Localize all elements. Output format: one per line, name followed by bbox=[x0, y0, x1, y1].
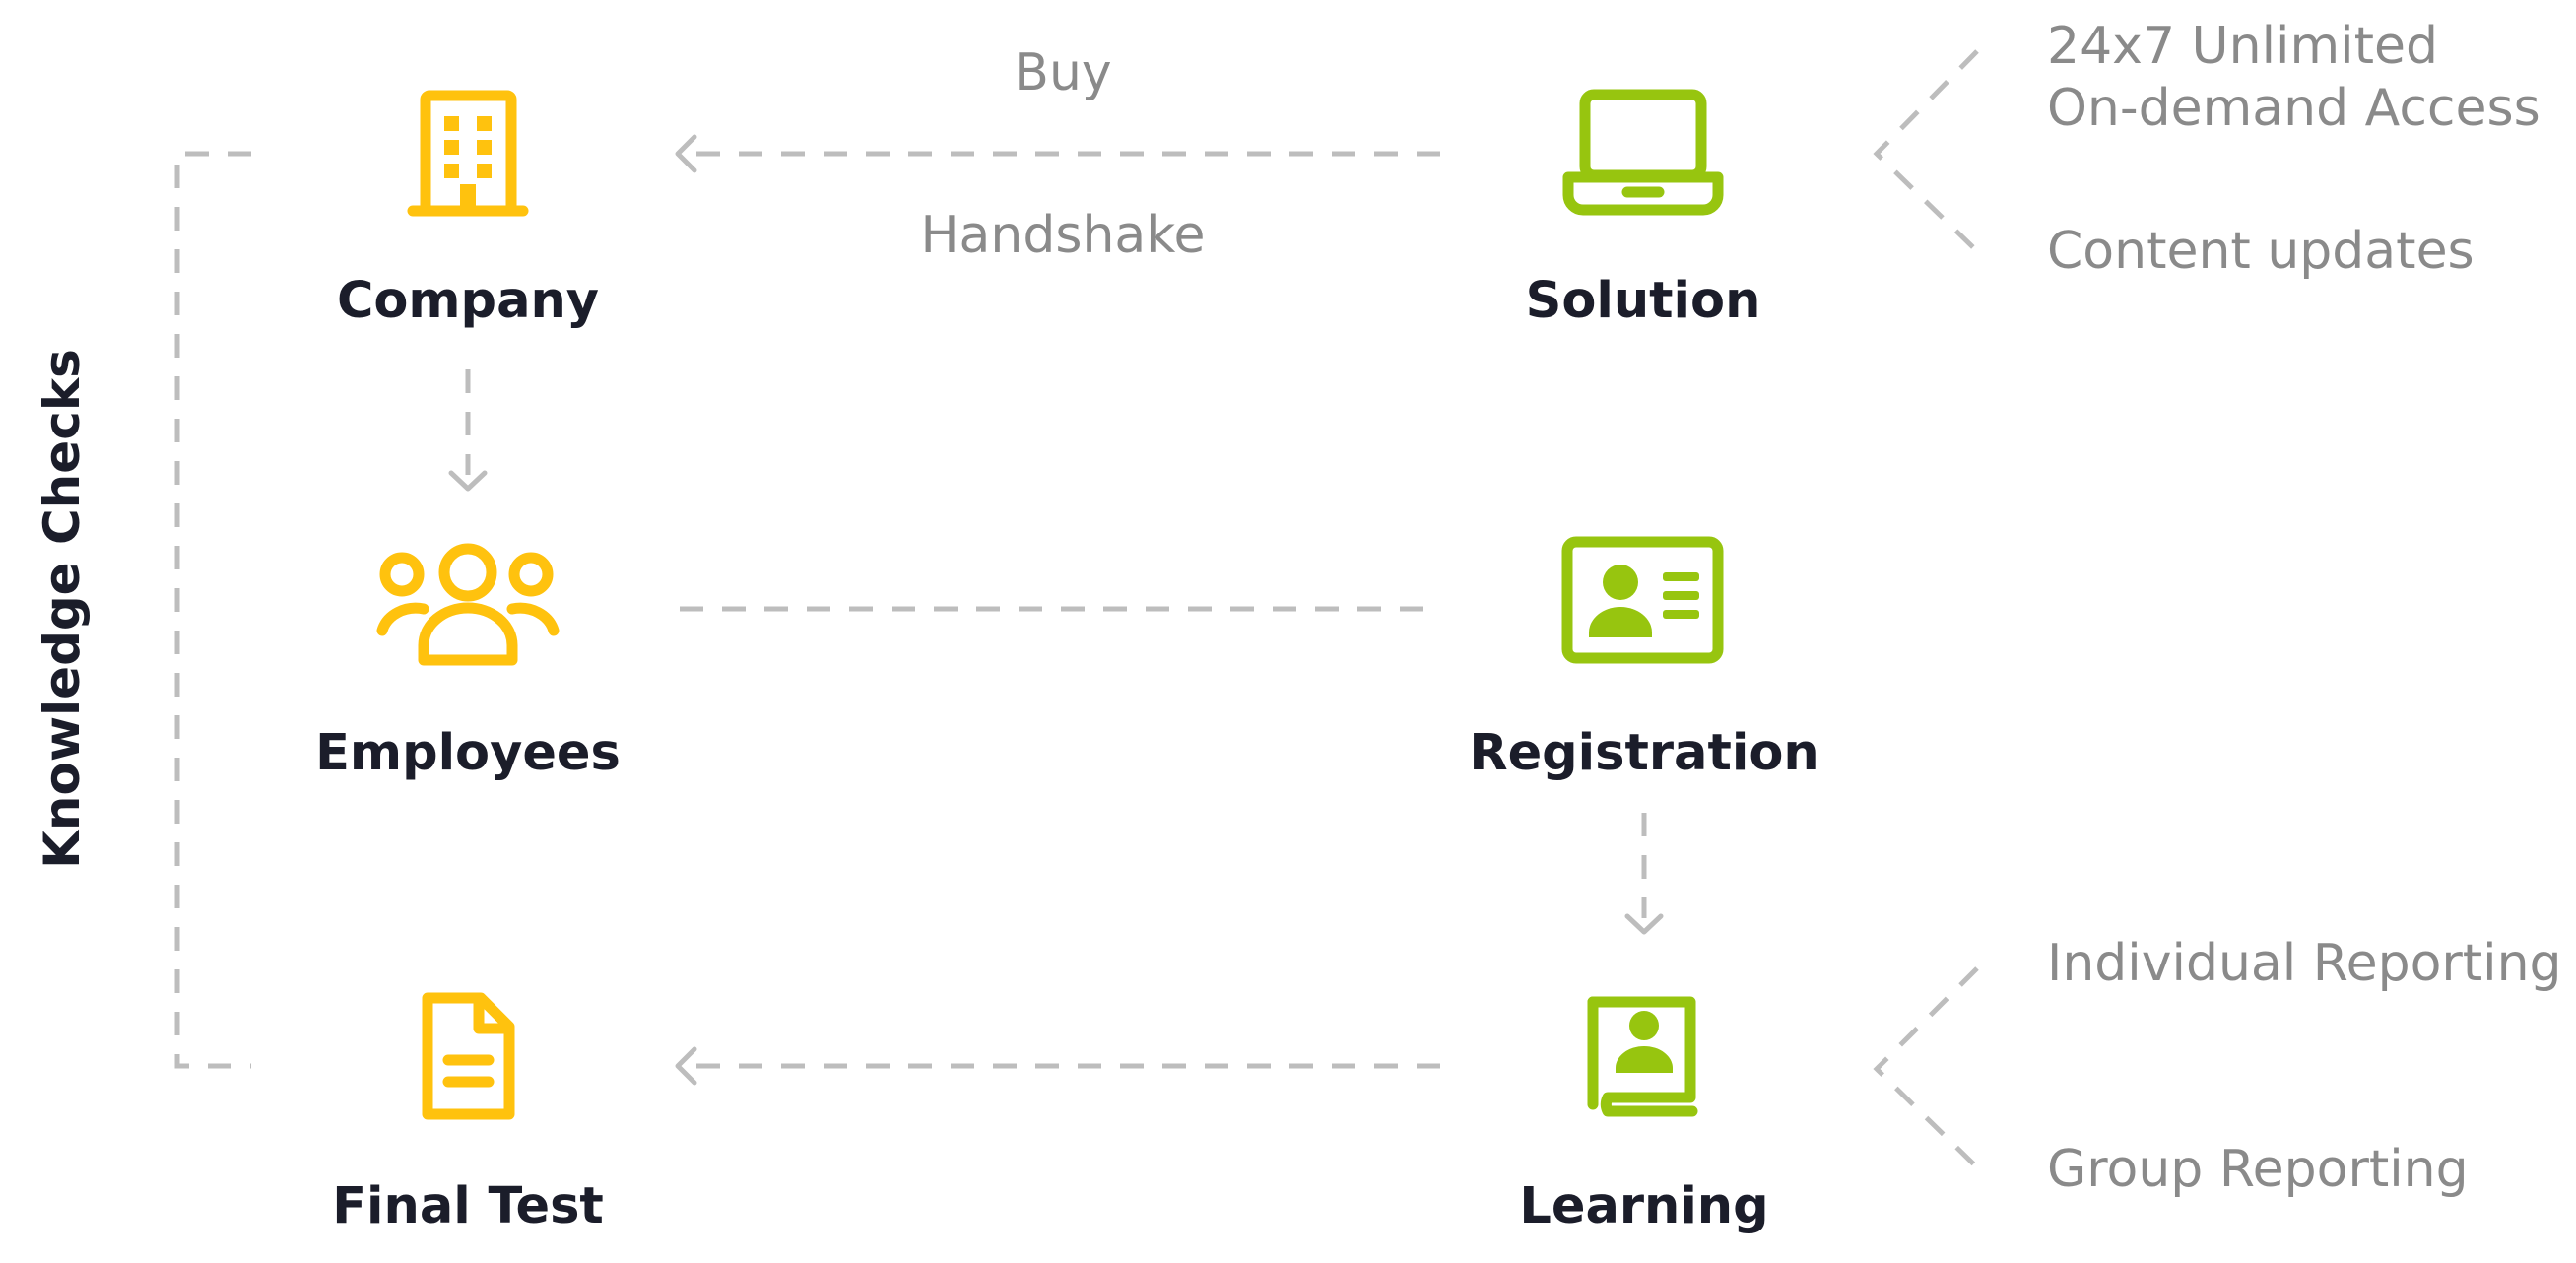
solution-note-2: On-demand Access bbox=[2047, 79, 2541, 138]
loop-label: Knowledge Checks bbox=[33, 349, 91, 869]
company-arrowhead bbox=[675, 134, 697, 173]
solution-notes-fork bbox=[1873, 49, 1979, 253]
learning-notes-fork bbox=[1873, 966, 1979, 1169]
employees-arrowhead bbox=[448, 470, 488, 492]
employees-label: Employees bbox=[315, 724, 621, 782]
registration-label: Registration bbox=[1469, 724, 1818, 782]
learning-label: Learning bbox=[1519, 1177, 1768, 1235]
building-icon bbox=[407, 90, 529, 217]
solution-note-3: Content updates bbox=[2047, 222, 2475, 281]
solution-label: Solution bbox=[1526, 272, 1761, 330]
people-group-icon bbox=[376, 543, 560, 666]
final-test-label: Final Test bbox=[332, 1177, 604, 1235]
buy-edge-label: Buy bbox=[1014, 43, 1111, 102]
id-card-icon bbox=[1561, 536, 1724, 664]
solution-note-1: 24x7 Unlimited bbox=[2047, 17, 2438, 76]
learning-arrowhead bbox=[1624, 913, 1664, 935]
final-test-arrowhead bbox=[675, 1046, 697, 1086]
knowledge-checks-connector bbox=[174, 151, 251, 1069]
handshake-edge-label: Handshake bbox=[920, 206, 1205, 265]
company-label: Company bbox=[337, 272, 599, 330]
user-book-icon bbox=[1587, 996, 1698, 1117]
laptop-icon bbox=[1562, 89, 1724, 216]
learning-note-1: Individual Reporting bbox=[2047, 934, 2562, 993]
learning-note-2: Group Reporting bbox=[2047, 1140, 2469, 1199]
document-icon bbox=[422, 992, 515, 1120]
workflow-diagram: Knowledge Checks Company Employees Final… bbox=[33, 17, 2562, 1235]
